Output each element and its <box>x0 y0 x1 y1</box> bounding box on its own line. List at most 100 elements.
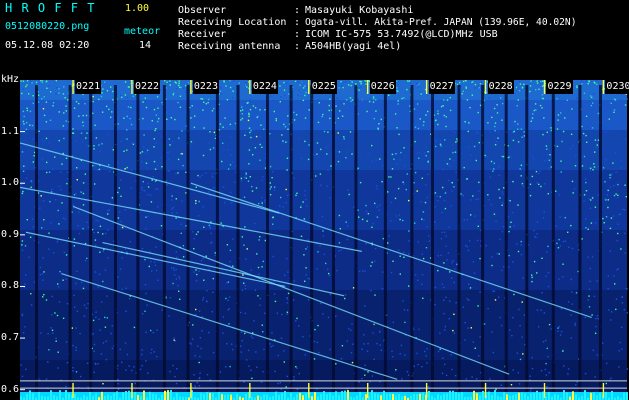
noise-speck <box>425 184 427 186</box>
noise-speck <box>111 347 114 350</box>
dropout-stripe <box>578 85 582 397</box>
baseline-spike <box>440 395 442 400</box>
noise-speck <box>133 366 135 368</box>
noise-speck <box>283 361 285 363</box>
noise-speck <box>206 300 208 302</box>
noise-speck <box>497 137 499 139</box>
noise-speck <box>222 316 225 318</box>
noise-speck <box>26 219 28 221</box>
noise-speck <box>71 211 73 213</box>
noise-speck <box>46 171 48 174</box>
baseline-spike <box>557 394 559 400</box>
noise-speck <box>205 172 207 174</box>
noise-speck <box>494 299 497 301</box>
noise-speck <box>199 337 202 339</box>
noise-speck <box>368 100 371 103</box>
noise-speck <box>398 214 401 216</box>
noise-speck <box>366 121 368 124</box>
noise-speck <box>520 128 523 130</box>
noise-speck <box>625 196 627 198</box>
noise-speck <box>486 156 488 158</box>
noise-speck <box>403 256 405 258</box>
noise-speck <box>146 149 149 152</box>
noise-speck <box>536 272 538 274</box>
noise-speck <box>595 80 597 82</box>
noise-speck <box>50 327 52 329</box>
noise-speck <box>407 124 409 126</box>
noise-speck <box>607 189 609 192</box>
noise-speck <box>152 175 155 178</box>
noise-speck <box>491 331 493 333</box>
noise-speck <box>341 115 344 117</box>
noise-speck <box>609 177 611 179</box>
noise-speck <box>281 118 283 120</box>
y-tick-label: 0.7 <box>1 332 20 344</box>
noise-speck <box>349 131 352 133</box>
noise-speck <box>406 371 409 373</box>
baseline-spike <box>257 395 259 400</box>
noise-speck <box>451 368 453 371</box>
noise-speck <box>613 185 615 187</box>
noise-speck <box>83 315 86 317</box>
y-tick-label: 1.0 <box>1 177 20 189</box>
noise-speck <box>427 151 429 153</box>
baseline-spike <box>65 390 67 400</box>
noise-speck <box>339 110 341 112</box>
noise-speck <box>175 278 178 280</box>
noise-speck <box>307 126 309 128</box>
noise-speck <box>359 86 362 88</box>
noise-speck <box>300 157 303 159</box>
noise-speck <box>477 198 479 200</box>
noise-speck <box>621 295 623 298</box>
noise-speck <box>193 374 195 376</box>
noise-speck <box>306 205 308 207</box>
noise-speck <box>107 213 109 215</box>
noise-speck <box>255 135 258 138</box>
noise-speck <box>25 368 27 371</box>
noise-speck <box>232 161 234 163</box>
noise-speck <box>489 111 492 114</box>
noise-speck <box>73 245 75 247</box>
noise-speck <box>155 142 157 144</box>
noise-speck <box>57 286 60 288</box>
noise-speck <box>570 314 572 316</box>
noise-speck <box>395 370 397 372</box>
noise-speck <box>626 368 628 370</box>
noise-speck <box>287 271 289 273</box>
noise-speck <box>616 239 618 242</box>
noise-speck <box>516 243 518 245</box>
noise-speck <box>615 120 617 122</box>
noise-speck <box>350 106 352 109</box>
noise-speck <box>444 329 446 331</box>
noise-speck <box>226 244 229 246</box>
noise-speck <box>335 105 337 107</box>
noise-speck <box>574 322 576 325</box>
noise-speck <box>243 176 245 178</box>
noise-speck <box>67 99 69 101</box>
noise-speck <box>194 385 196 387</box>
noise-speck <box>38 130 40 132</box>
noise-speck <box>230 268 233 271</box>
noise-speck <box>555 225 557 227</box>
noise-speck <box>67 178 69 180</box>
noise-speck <box>304 85 306 87</box>
baseline-spike <box>209 392 211 400</box>
noise-speck <box>484 154 486 157</box>
noise-speck <box>60 189 62 191</box>
noise-speck <box>440 129 442 131</box>
noise-speck <box>498 296 500 298</box>
noise-speck <box>357 167 359 169</box>
noise-speck <box>361 377 363 380</box>
noise-speck <box>442 105 444 107</box>
noise-speck <box>357 98 359 100</box>
noise-speck <box>132 143 135 145</box>
noise-speck <box>574 165 577 167</box>
noise-speck <box>166 118 168 120</box>
noise-speck <box>80 191 82 193</box>
noise-speck <box>259 304 261 306</box>
noise-speck <box>605 131 607 133</box>
time-label: 0224 <box>251 80 278 94</box>
dropout-stripe <box>599 85 602 397</box>
noise-speck <box>336 269 338 272</box>
baseline-spike <box>461 392 463 400</box>
